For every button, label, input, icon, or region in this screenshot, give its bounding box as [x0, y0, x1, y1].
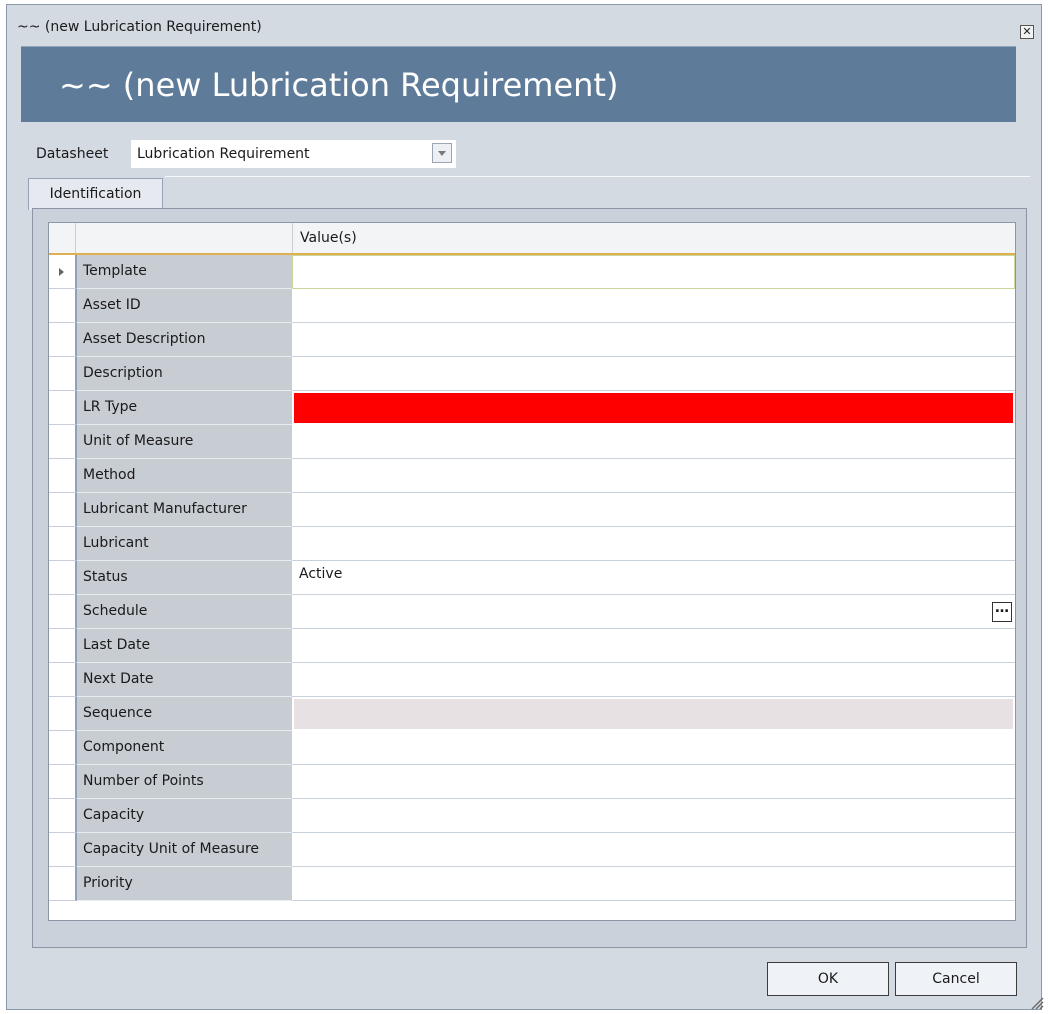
- field-value[interactable]: [292, 697, 1015, 731]
- field-label: Lubricant: [77, 527, 292, 561]
- chevron-down-icon[interactable]: [432, 143, 452, 163]
- field-value[interactable]: [292, 629, 1015, 663]
- field-label: Capacity Unit of Measure: [77, 833, 292, 867]
- row-selector[interactable]: [49, 663, 77, 697]
- field-value[interactable]: [292, 595, 1015, 629]
- field-value[interactable]: [292, 527, 1015, 561]
- tab-strip-line: [165, 176, 1030, 177]
- table-row[interactable]: Method: [49, 459, 1015, 493]
- table-row[interactable]: Lubricant: [49, 527, 1015, 561]
- row-selector[interactable]: [49, 731, 77, 765]
- header-field-cell: [76, 223, 293, 253]
- field-value[interactable]: [292, 289, 1015, 323]
- datasheet-label: Datasheet: [36, 146, 109, 162]
- field-label: LR Type: [77, 391, 292, 425]
- table-row[interactable]: Component: [49, 731, 1015, 765]
- tab-identification[interactable]: Identification: [28, 178, 163, 210]
- field-label: Lubricant Manufacturer: [77, 493, 292, 527]
- grid-header: Value(s): [49, 223, 1015, 255]
- field-label: Schedule: [77, 595, 292, 629]
- cancel-button[interactable]: Cancel: [895, 962, 1017, 996]
- row-selector[interactable]: [49, 697, 77, 731]
- field-value[interactable]: [292, 663, 1015, 697]
- field-label: Sequence: [77, 697, 292, 731]
- field-value[interactable]: [292, 731, 1015, 765]
- page-title: ~~ (new Lubrication Requirement): [59, 65, 619, 104]
- table-row[interactable]: Status Active: [49, 561, 1015, 595]
- field-label: Last Date: [77, 629, 292, 663]
- field-value[interactable]: [292, 799, 1015, 833]
- table-row[interactable]: Last Date: [49, 629, 1015, 663]
- field-label: Method: [77, 459, 292, 493]
- field-label: Next Date: [77, 663, 292, 697]
- value-column-header: Value(s): [300, 230, 357, 246]
- table-row[interactable]: Description: [49, 357, 1015, 391]
- field-value[interactable]: Active: [292, 561, 1015, 595]
- field-value[interactable]: [292, 765, 1015, 799]
- field-label: Unit of Measure: [77, 425, 292, 459]
- header-banner: ~~ (new Lubrication Requirement): [21, 46, 1016, 122]
- row-selector[interactable]: [49, 255, 77, 289]
- field-value[interactable]: [292, 493, 1015, 527]
- row-selector[interactable]: [49, 833, 77, 867]
- field-label: Status: [77, 561, 292, 595]
- field-value[interactable]: [292, 425, 1015, 459]
- table-row[interactable]: Capacity Unit of Measure: [49, 833, 1015, 867]
- row-selector[interactable]: [49, 527, 77, 561]
- field-label: Component: [77, 731, 292, 765]
- datasheet-dropdown[interactable]: Lubrication Requirement: [131, 140, 456, 168]
- table-row[interactable]: Template: [49, 255, 1015, 289]
- resize-grip-icon[interactable]: [1028, 994, 1044, 1010]
- row-selector[interactable]: [49, 323, 77, 357]
- row-selector[interactable]: [49, 391, 77, 425]
- field-label: Priority: [77, 867, 292, 901]
- schedule-ellipsis-button[interactable]: …: [992, 601, 1012, 622]
- field-value[interactable]: [292, 255, 1015, 289]
- table-row[interactable]: Number of Points: [49, 765, 1015, 799]
- title-bar: ~~ (new Lubrication Requirement): [7, 5, 1041, 49]
- row-selector[interactable]: [49, 799, 77, 833]
- field-label: Asset Description: [77, 323, 292, 357]
- window-title: ~~ (new Lubrication Requirement): [17, 19, 262, 35]
- table-row[interactable]: Lubricant Manufacturer: [49, 493, 1015, 527]
- row-selector[interactable]: [49, 867, 77, 901]
- table-row[interactable]: Unit of Measure: [49, 425, 1015, 459]
- table-row[interactable]: Schedule …: [49, 595, 1015, 629]
- row-selector[interactable]: [49, 493, 77, 527]
- datasheet-selected-value: Lubrication Requirement: [137, 146, 310, 162]
- row-selector[interactable]: [49, 629, 77, 663]
- row-selector[interactable]: [49, 425, 77, 459]
- row-selector[interactable]: [49, 765, 77, 799]
- field-label: Asset ID: [77, 289, 292, 323]
- row-selector[interactable]: [49, 595, 77, 629]
- field-label: Template: [77, 255, 292, 289]
- row-selector[interactable]: [49, 289, 77, 323]
- current-row-indicator-icon: [59, 268, 64, 276]
- row-selector[interactable]: [49, 561, 77, 595]
- table-row[interactable]: Asset Description: [49, 323, 1015, 357]
- field-value[interactable]: [292, 833, 1015, 867]
- table-row[interactable]: Next Date: [49, 663, 1015, 697]
- field-label: Capacity: [77, 799, 292, 833]
- field-value[interactable]: [292, 357, 1015, 391]
- table-row[interactable]: Capacity: [49, 799, 1015, 833]
- field-label: Description: [77, 357, 292, 391]
- field-value[interactable]: [292, 459, 1015, 493]
- table-row[interactable]: Asset ID: [49, 289, 1015, 323]
- field-label: Number of Points: [77, 765, 292, 799]
- table-row[interactable]: Sequence: [49, 697, 1015, 731]
- row-selector[interactable]: [49, 357, 77, 391]
- close-icon[interactable]: ✕: [1020, 25, 1034, 39]
- field-value[interactable]: [292, 391, 1015, 425]
- field-value[interactable]: [292, 323, 1015, 357]
- row-selector[interactable]: [49, 459, 77, 493]
- datasheet-grid: Value(s) Template Asset ID Asset Descripti…: [48, 222, 1016, 921]
- ok-button[interactable]: OK: [767, 962, 889, 996]
- header-selector-cell: [49, 223, 76, 253]
- table-row[interactable]: Priority: [49, 867, 1015, 901]
- table-row[interactable]: LR Type: [49, 391, 1015, 425]
- field-value[interactable]: [292, 867, 1015, 901]
